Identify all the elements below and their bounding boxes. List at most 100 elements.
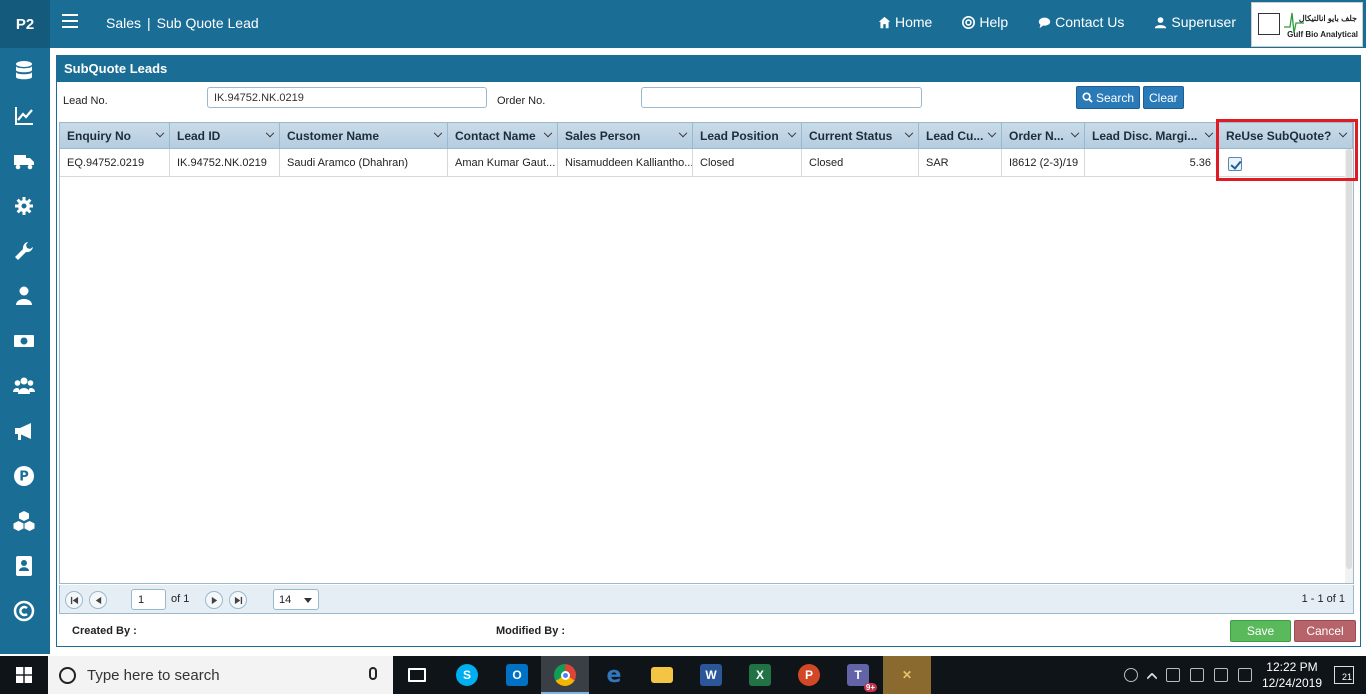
users-icon[interactable]: [13, 375, 35, 397]
chevron-down-icon[interactable]: [1070, 128, 1080, 138]
chevron-down-icon[interactable]: [155, 128, 165, 138]
column-header-customer-name[interactable]: Customer Name: [280, 123, 448, 149]
cubes-icon[interactable]: [13, 510, 35, 532]
microphone-icon[interactable]: [369, 667, 377, 680]
column-header-lead-currency[interactable]: Lead Cu...: [919, 123, 1002, 149]
powerpoint-icon[interactable]: P: [785, 656, 833, 694]
chevron-down-icon[interactable]: [1338, 128, 1348, 138]
first-page-button[interactable]: [65, 591, 83, 609]
column-header-current-status[interactable]: Current Status: [802, 123, 919, 149]
security-icon[interactable]: [1189, 668, 1204, 682]
system-clock[interactable]: 12:22 PM 12/24/2019: [1262, 659, 1322, 691]
outlook-icon[interactable]: O: [493, 656, 541, 694]
chat-icon: [1038, 17, 1051, 28]
chevron-down-icon[interactable]: [1204, 128, 1214, 138]
address-book-icon[interactable]: [13, 555, 35, 577]
first-page-icon: [70, 596, 78, 604]
nav-home[interactable]: Home: [878, 14, 932, 30]
chevron-down-icon[interactable]: [678, 128, 688, 138]
column-header-contact-name[interactable]: Contact Name: [448, 123, 558, 149]
wrench-icon[interactable]: [13, 240, 35, 262]
chevron-up-icon[interactable]: [1146, 672, 1158, 684]
tools-icon[interactable]: ✕: [883, 656, 931, 694]
grid-scrollbar[interactable]: [1345, 149, 1353, 583]
teams-badge: 9+: [863, 683, 877, 692]
teams-icon[interactable]: T 9+: [834, 656, 882, 694]
nav-contact[interactable]: Contact Us: [1038, 14, 1124, 30]
network-icon[interactable]: [1213, 668, 1228, 682]
excel-icon[interactable]: X: [736, 656, 784, 694]
column-header-label: Lead Disc. Margi...: [1092, 129, 1198, 143]
megaphone-icon[interactable]: [13, 420, 35, 442]
scrollbar-thumb[interactable]: [1346, 149, 1352, 569]
top-nav: Home Help Contact Us Superuser: [878, 14, 1236, 30]
lifebuoy-icon: [962, 15, 976, 29]
chevron-down-icon[interactable]: [433, 128, 443, 138]
column-header-lead-id[interactable]: Lead ID: [170, 123, 280, 149]
word-icon[interactable]: W: [687, 656, 735, 694]
chevron-down-icon[interactable]: [265, 128, 275, 138]
cell-contact-name: Aman Kumar Gaut...: [448, 149, 558, 177]
windows-taskbar: Type here to search S O e W X P T 9+ ✕ 12…: [0, 656, 1366, 694]
column-header-label: Lead Cu...: [926, 129, 984, 143]
save-button[interactable]: Save: [1230, 620, 1291, 642]
parking-icon[interactable]: P: [13, 465, 35, 487]
nav-help[interactable]: Help: [962, 14, 1008, 30]
next-page-button[interactable]: [205, 591, 223, 609]
volume-icon[interactable]: [1237, 668, 1252, 682]
column-header-label: Enquiry No: [67, 129, 132, 143]
search-button[interactable]: Search: [1076, 86, 1141, 109]
chart-line-icon[interactable]: [13, 105, 35, 127]
menu-toggle-icon[interactable]: [62, 14, 78, 28]
page-size-select[interactable]: 14: [273, 589, 319, 610]
order-no-label: Order No.: [497, 95, 546, 107]
column-header-enquiry-no[interactable]: Enquiry No: [60, 123, 170, 149]
battery-icon[interactable]: [1165, 668, 1180, 682]
prev-page-button[interactable]: [89, 591, 107, 609]
table-row[interactable]: EQ.94752.0219 IK.94752.NK.0219 Saudi Ara…: [60, 149, 1353, 177]
reuse-subquote-checkbox[interactable]: [1228, 157, 1242, 171]
company-logo-english: Gulf Bio Analytical: [1287, 30, 1358, 39]
people-icon[interactable]: [1123, 668, 1138, 682]
edge-icon[interactable]: e: [590, 656, 638, 694]
cancel-button[interactable]: Cancel: [1294, 620, 1356, 642]
clear-button-label: Clear: [1149, 90, 1178, 105]
chevron-down-icon[interactable]: [987, 128, 997, 138]
chevron-down-icon[interactable]: [904, 128, 914, 138]
gear-icon[interactable]: [13, 195, 35, 217]
cortana-icon: [59, 666, 76, 684]
truck-icon[interactable]: [13, 150, 35, 172]
chrome-icon[interactable]: [541, 656, 589, 694]
nav-user[interactable]: Superuser: [1154, 14, 1236, 30]
clear-button[interactable]: Clear: [1143, 86, 1184, 109]
breadcrumb-module[interactable]: Sales: [106, 15, 141, 31]
caret-down-icon: [304, 598, 312, 603]
copyright-icon[interactable]: [13, 600, 35, 622]
lead-no-input[interactable]: [207, 87, 487, 108]
database-icon[interactable]: [13, 60, 35, 82]
user-icon[interactable]: [13, 285, 35, 307]
column-header-lead-disc-margin[interactable]: Lead Disc. Margi...: [1085, 123, 1219, 149]
skype-icon[interactable]: S: [443, 656, 491, 694]
page-number-input[interactable]: 1: [131, 589, 166, 610]
column-header-reuse-subquote[interactable]: ReUse SubQuote?: [1219, 123, 1353, 149]
last-page-button[interactable]: [229, 591, 247, 609]
brand-logo[interactable]: P2: [0, 0, 50, 48]
start-button[interactable]: [0, 656, 48, 694]
money-icon[interactable]: [13, 330, 35, 352]
chevron-down-icon[interactable]: [543, 128, 553, 138]
column-header-order-no[interactable]: Order N...: [1002, 123, 1085, 149]
column-header-sales-person[interactable]: Sales Person: [558, 123, 693, 149]
record-info: 1 - 1 of 1: [1301, 593, 1345, 605]
action-center-icon[interactable]: 21: [1334, 666, 1354, 684]
chevron-down-icon[interactable]: [787, 128, 797, 138]
column-header-lead-position[interactable]: Lead Position: [693, 123, 802, 149]
lead-no-label: Lead No.: [63, 95, 108, 107]
file-explorer-icon[interactable]: [638, 656, 686, 694]
taskbar-search[interactable]: Type here to search: [48, 656, 393, 694]
order-no-input[interactable]: [641, 87, 922, 108]
windows-icon: [16, 667, 32, 683]
task-view-icon[interactable]: [393, 656, 441, 694]
column-header-label: Customer Name: [287, 129, 380, 143]
cell-order-no: I8612 (2-3)/19: [1002, 149, 1085, 177]
